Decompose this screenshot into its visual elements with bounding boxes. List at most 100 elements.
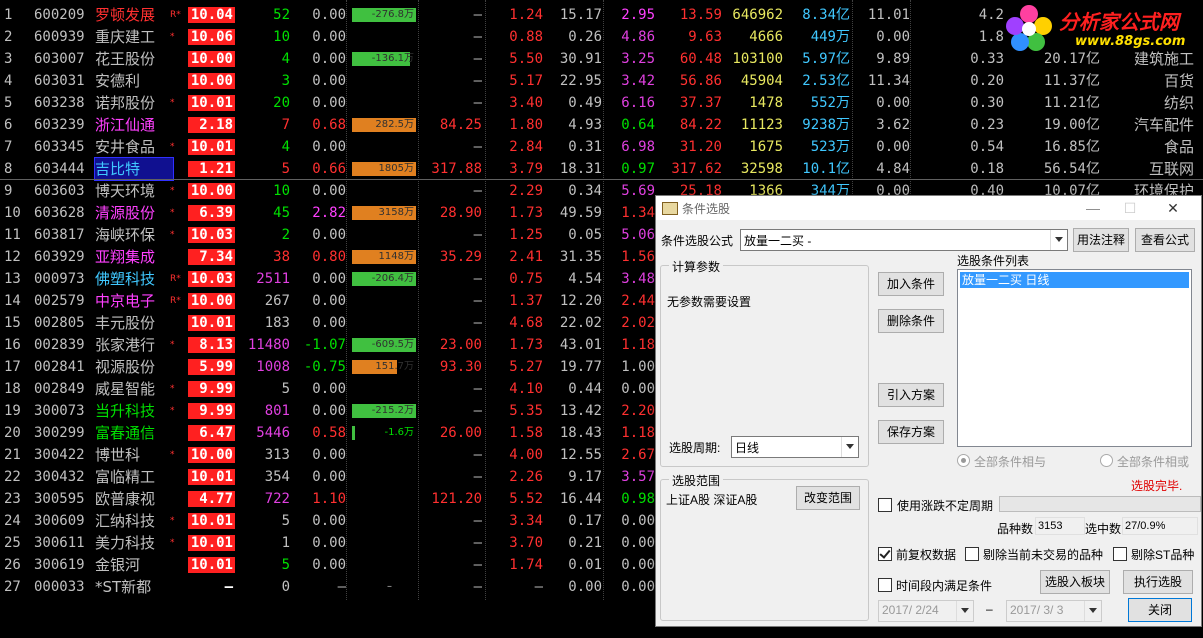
time-range-label: 时间段内满足条件 [896, 579, 993, 593]
row-number: 20 [4, 425, 21, 441]
row-number: 27 [4, 579, 21, 595]
stock-name: 富春通信 [95, 424, 156, 442]
period-select[interactable]: 日线 [731, 436, 859, 458]
inflow-bar: 282.5万 [352, 118, 416, 132]
date-separator: – [986, 602, 993, 616]
turnover-cell: – [534, 579, 543, 595]
stock-name: 汇纳科技 [95, 512, 156, 530]
price-cell: – [473, 271, 482, 287]
table-row[interactable]: 4 603031 安德利 10.00 3 0.00 – 5.17 22.95 3.42 56.86 4… [0, 70, 1203, 92]
stock-code: 000033 [34, 579, 85, 595]
inflow-bar: -136.1万 [352, 52, 416, 66]
formula-select[interactable]: 放量一二买 - [740, 229, 1068, 251]
save-plan-button[interactable]: 保存方案 [878, 420, 944, 444]
pe-cell: 11.34 [867, 73, 910, 89]
radio-and[interactable] [957, 454, 970, 467]
table-row[interactable]: 8 603444 吉比特 1.21 5 0.66 317.88 3.79 18.31 0.97 31… [0, 157, 1203, 181]
table-row[interactable]: 6 603239 浙江仙通 2.18 7 0.68 84.25 1.80 4.93 0.64 84.… [0, 114, 1203, 136]
price-cell: 121.20 [431, 491, 482, 507]
rise-speed: 2.82 [312, 205, 346, 221]
volume-ratio: 10 [273, 29, 290, 45]
maximize-icon[interactable]: ☐ [1116, 198, 1144, 218]
params-group-label: 计算参数 [669, 258, 724, 275]
status-flag [170, 426, 188, 440]
inflow-bar [352, 96, 416, 110]
status-flag [170, 470, 188, 484]
row-number: 2 [4, 29, 13, 45]
rise-speed: 1.10 [312, 491, 346, 507]
amplitude-cell: 0.00 [621, 381, 655, 397]
amplitude-cell: 1.56 [621, 249, 655, 265]
exclude-st-checkbox[interactable] [1113, 547, 1127, 561]
to-block-button[interactable]: 选股入板块 [1040, 570, 1110, 594]
exclude-nontrade-checkbox[interactable] [965, 547, 979, 561]
price-cell: 26.00 [439, 425, 482, 441]
radio-or[interactable] [1100, 454, 1113, 467]
rise-speed: 0.00 [312, 381, 346, 397]
inflow-bar-label: -215.2万 [371, 405, 414, 416]
price-cell: – [473, 557, 482, 573]
table-row[interactable]: 7 603345 安井食品 * 10.01 4 0.00 – 2.84 0.31 6.98 31.20… [0, 136, 1203, 158]
close-button[interactable]: 关闭 [1128, 598, 1192, 622]
prev-adjust-label: 前复权数据 [896, 548, 957, 562]
turnover-cell: 0.75 [509, 271, 543, 287]
use-range-period-checkbox[interactable] [878, 498, 892, 512]
close-icon[interactable]: ✕ [1159, 198, 1187, 218]
import-plan-button[interactable]: 引入方案 [878, 383, 944, 407]
change-scope-button[interactable]: 改变范围 [796, 486, 860, 510]
delete-condition-button[interactable]: 删除条件 [878, 309, 944, 333]
dialog-title: 条件选股 [682, 202, 731, 216]
condition-list-item[interactable]: 放量一二买 日线 [960, 272, 1189, 288]
add-condition-button[interactable]: 加入条件 [878, 272, 944, 296]
run-selection-button[interactable]: 执行选股 [1123, 570, 1193, 594]
amount-cell: 16.44 [559, 491, 602, 507]
prev-adjust-checkbox[interactable] [878, 547, 892, 561]
volume-ratio: 2511 [256, 271, 290, 287]
change-percent: 2.18 [188, 117, 235, 133]
stock-name: 罗顿发展 [95, 6, 156, 24]
row-number: 5 [4, 95, 13, 111]
usage-notes-button[interactable]: 用法注释 [1073, 228, 1129, 252]
change-percent: 7.34 [188, 249, 235, 265]
amount-cell: 18.31 [559, 161, 602, 177]
row-number: 26 [4, 557, 21, 573]
inflow-bar-label: 1805万 [378, 163, 414, 174]
status-flag: * [170, 230, 175, 240]
stock-name: 富临精工 [95, 468, 156, 486]
amount-cell: 0.49 [568, 95, 602, 111]
row-number: 24 [4, 513, 21, 529]
inflow-bar-label: -1.6万 [384, 427, 414, 438]
table-row[interactable]: 5 603238 诺邦股份 * 10.01 20 0.00 – 3.40 0.49 6.16 37.3… [0, 92, 1203, 114]
date-to-picker[interactable]: 2017/ 3/ 3 [1006, 600, 1102, 622]
stock-code: 300073 [34, 403, 85, 419]
stock-code: 603031 [34, 73, 85, 89]
inflow-bar-fill [352, 426, 356, 440]
industry-cell: 互联网 [1148, 160, 1194, 178]
chevron-down-icon [1050, 230, 1067, 250]
stock-code: 300609 [34, 513, 85, 529]
time-range-checkbox[interactable] [878, 578, 892, 592]
date-from-picker[interactable]: 2017/ 2/24 [878, 600, 974, 622]
minimize-icon[interactable]: — [1079, 198, 1107, 218]
window-icon [662, 202, 678, 215]
count-label: 品种数 [997, 522, 1034, 536]
inflow-bar [352, 30, 416, 44]
stock-name: 张家港行 [95, 336, 156, 354]
view-formula-button[interactable]: 查看公式 [1135, 228, 1195, 252]
stock-code: 603628 [34, 205, 85, 221]
stock-code: 603929 [34, 249, 85, 265]
row-number: 1 [4, 7, 13, 23]
stock-code: 603444 [34, 161, 85, 177]
condition-list[interactable]: 放量一二买 日线 [957, 269, 1192, 447]
stock-code: 603817 [34, 227, 85, 243]
market-cap-cell: 11.21亿 [1043, 95, 1100, 111]
ratio-cell: 0.23 [970, 117, 1004, 133]
rise-speed: 0.00 [312, 51, 346, 67]
amplitude-cell: 2.44 [621, 293, 655, 309]
dialog-titlebar[interactable]: 条件选股 — ☐ ✕ [656, 196, 1201, 220]
rise-speed: -0.75 [303, 359, 346, 375]
turnover-cell: 1.25 [509, 227, 543, 243]
status-flag [170, 118, 188, 132]
stock-name: 吉比特 [94, 157, 174, 181]
radio-or-label: 全部条件相或 [1117, 455, 1190, 469]
